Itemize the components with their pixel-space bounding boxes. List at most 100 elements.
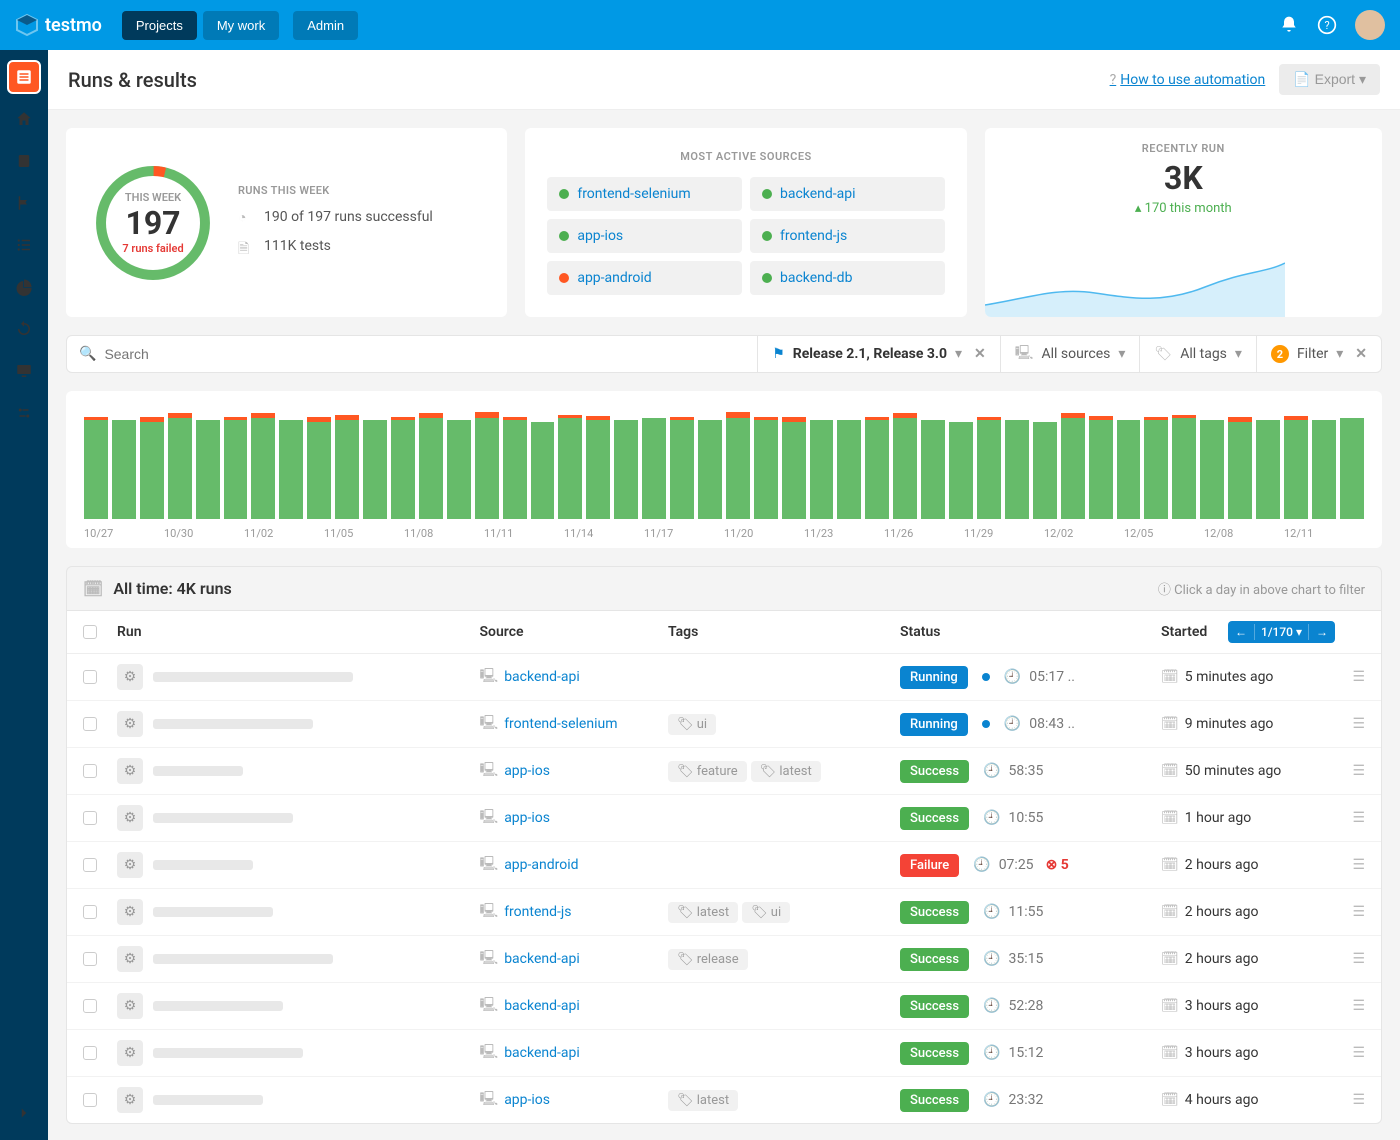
bar[interactable] bbox=[1117, 409, 1141, 519]
select-all-checkbox[interactable] bbox=[83, 625, 97, 639]
bar[interactable] bbox=[140, 409, 164, 519]
row-checkbox[interactable] bbox=[83, 952, 97, 966]
bar[interactable] bbox=[754, 409, 778, 519]
row-menu-icon[interactable]: ☰ bbox=[1335, 904, 1365, 920]
bar[interactable] bbox=[307, 409, 331, 519]
sidebar-expand-icon[interactable] bbox=[7, 1096, 41, 1130]
sidebar-book-icon[interactable] bbox=[7, 144, 41, 178]
bar[interactable] bbox=[112, 409, 136, 519]
gear-button[interactable]: ⚙ bbox=[117, 805, 143, 831]
bar[interactable] bbox=[503, 409, 527, 519]
bar[interactable] bbox=[1005, 409, 1029, 519]
bar[interactable] bbox=[865, 409, 889, 519]
bar[interactable] bbox=[977, 409, 1001, 519]
sidebar-piechart-icon[interactable] bbox=[7, 270, 41, 304]
row-menu-icon[interactable]: ☰ bbox=[1335, 763, 1365, 779]
search-input[interactable] bbox=[96, 336, 745, 372]
source-link[interactable]: 🖳backend-api bbox=[480, 947, 669, 971]
source-link[interactable]: 🖳backend-api bbox=[480, 665, 669, 689]
sources-filter[interactable]: 🖳 All sources ▾ bbox=[1000, 336, 1140, 372]
tags-filter[interactable]: 🏷 All tags ▾ bbox=[1139, 336, 1256, 372]
sidebar-flag-icon[interactable] bbox=[7, 186, 41, 220]
user-avatar[interactable] bbox=[1355, 10, 1385, 40]
tag-chip[interactable]: 🏷 release bbox=[668, 949, 748, 970]
bar[interactable] bbox=[1089, 409, 1113, 519]
bar[interactable] bbox=[1228, 409, 1252, 519]
row-menu-icon[interactable]: ☰ bbox=[1335, 857, 1365, 873]
logo[interactable]: testmo bbox=[15, 13, 102, 37]
source-chip[interactable]: frontend-selenium bbox=[547, 177, 742, 211]
filter-button[interactable]: 2 Filter ▾ ✕ bbox=[1256, 336, 1381, 372]
bar[interactable] bbox=[949, 409, 973, 519]
bar[interactable] bbox=[475, 409, 499, 519]
row-checkbox[interactable] bbox=[83, 670, 97, 684]
bar[interactable] bbox=[1033, 409, 1057, 519]
bar[interactable] bbox=[279, 409, 303, 519]
bar[interactable] bbox=[1284, 409, 1308, 519]
table-row[interactable]: ⚙ 🖳app-ios Success🕘10:55 🗓1 hour ago ☰ bbox=[67, 795, 1381, 842]
header-status[interactable]: Status bbox=[900, 624, 1161, 640]
gear-button[interactable]: ⚙ bbox=[117, 946, 143, 972]
source-link[interactable]: 🖳app-ios bbox=[480, 759, 669, 783]
bar[interactable] bbox=[893, 409, 917, 519]
export-button[interactable]: 📄 Export ▾ bbox=[1279, 64, 1380, 95]
sidebar-home-icon[interactable] bbox=[7, 102, 41, 136]
tag-chip[interactable]: 🏷 feature bbox=[668, 761, 747, 782]
how-to-link[interactable]: ?How to use automation bbox=[1110, 72, 1266, 88]
bar[interactable] bbox=[642, 409, 666, 519]
gear-button[interactable]: ⚙ bbox=[117, 1087, 143, 1113]
milestone-filter[interactable]: ⚑ Release 2.1, Release 3.0 ▾ ✕ bbox=[757, 336, 1000, 372]
bar[interactable] bbox=[1061, 409, 1085, 519]
table-row[interactable]: ⚙ 🖳frontend-selenium 🏷 ui Running🕘08:43 … bbox=[67, 701, 1381, 748]
bar[interactable] bbox=[391, 409, 415, 519]
bar[interactable] bbox=[531, 409, 555, 519]
header-tags[interactable]: Tags bbox=[668, 624, 900, 640]
sidebar-item-runs[interactable] bbox=[7, 60, 41, 94]
gear-button[interactable]: ⚙ bbox=[117, 664, 143, 690]
row-checkbox[interactable] bbox=[83, 811, 97, 825]
bar[interactable] bbox=[837, 409, 861, 519]
gear-button[interactable]: ⚙ bbox=[117, 852, 143, 878]
pager-prev[interactable]: ← bbox=[1228, 621, 1254, 643]
table-row[interactable]: ⚙ 🖳backend-api Running🕘05:17 .. 🗓5 minut… bbox=[67, 654, 1381, 701]
source-link[interactable]: 🖳app-ios bbox=[480, 1088, 669, 1112]
table-row[interactable]: ⚙ 🖳frontend-js 🏷 latest🏷 ui Success🕘11:5… bbox=[67, 889, 1381, 936]
row-checkbox[interactable] bbox=[83, 858, 97, 872]
table-row[interactable]: ⚙ 🖳app-android Failure🕘07:25⊗ 5 🗓2 hours… bbox=[67, 842, 1381, 889]
pager-next[interactable]: → bbox=[1309, 621, 1335, 643]
gear-button[interactable]: ⚙ bbox=[117, 993, 143, 1019]
tag-chip[interactable]: 🏷 ui bbox=[742, 902, 790, 923]
row-checkbox[interactable] bbox=[83, 717, 97, 731]
tag-chip[interactable]: 🏷 latest bbox=[668, 1090, 738, 1111]
bar[interactable] bbox=[586, 409, 610, 519]
bar[interactable] bbox=[921, 409, 945, 519]
sidebar-list-icon[interactable] bbox=[7, 228, 41, 262]
source-link[interactable]: 🖳backend-api bbox=[480, 1041, 669, 1065]
clear-icon[interactable]: ✕ bbox=[1355, 346, 1367, 362]
row-menu-icon[interactable]: ☰ bbox=[1335, 998, 1365, 1014]
row-checkbox[interactable] bbox=[83, 764, 97, 778]
tag-chip[interactable]: 🏷 latest bbox=[668, 902, 738, 923]
tag-chip[interactable]: 🏷 ui bbox=[668, 714, 716, 735]
bar[interactable] bbox=[335, 409, 359, 519]
table-row[interactable]: ⚙ 🖳backend-api 🏷 release Success🕘35:15 🗓… bbox=[67, 936, 1381, 983]
source-chip[interactable]: frontend-js bbox=[750, 219, 945, 253]
bar[interactable] bbox=[558, 409, 582, 519]
row-menu-icon[interactable]: ☰ bbox=[1335, 716, 1365, 732]
bar[interactable] bbox=[614, 409, 638, 519]
bar[interactable] bbox=[196, 409, 220, 519]
row-menu-icon[interactable]: ☰ bbox=[1335, 810, 1365, 826]
bar[interactable] bbox=[782, 409, 806, 519]
bar[interactable] bbox=[1256, 409, 1280, 519]
row-menu-icon[interactable]: ☰ bbox=[1335, 1045, 1365, 1061]
bar[interactable] bbox=[251, 409, 275, 519]
bar[interactable] bbox=[1312, 409, 1336, 519]
bell-icon[interactable] bbox=[1279, 15, 1299, 35]
table-row[interactable]: ⚙ 🖳app-ios 🏷 feature🏷 latest Success🕘58:… bbox=[67, 748, 1381, 795]
source-link[interactable]: 🖳app-android bbox=[480, 853, 669, 877]
source-link[interactable]: 🖳backend-api bbox=[480, 994, 669, 1018]
table-row[interactable]: ⚙ 🖳app-ios 🏷 latest Success🕘23:32 🗓4 hou… bbox=[67, 1077, 1381, 1123]
bar[interactable] bbox=[810, 409, 834, 519]
row-menu-icon[interactable]: ☰ bbox=[1335, 1092, 1365, 1108]
bar[interactable] bbox=[1172, 409, 1196, 519]
